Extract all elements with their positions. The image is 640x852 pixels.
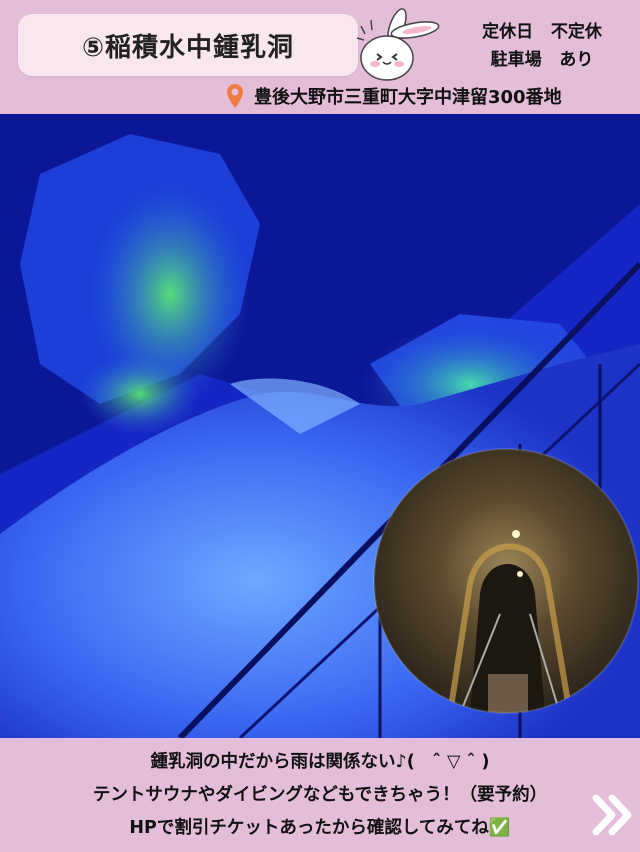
caption-line-3: HPで割引チケットあったから確認してみてね✅ <box>129 818 511 838</box>
cave-illustration <box>0 114 640 738</box>
parking-row: 駐車場 あり <box>452 46 632 74</box>
rabbit-mascot-icon <box>356 8 440 81</box>
location-pin-icon <box>227 84 243 108</box>
caption: 鍾乳洞の中だから雨は関係ない♪( ˆ ▽ ˆ ) テントサウナやダイビングなども… <box>0 746 640 845</box>
parking-value: あり <box>559 50 594 70</box>
cave-photo <box>0 114 640 738</box>
footer: 鍾乳洞の中だから雨は関係ない♪( ˆ ▽ ˆ ) テントサウナやダイビングなども… <box>0 738 640 852</box>
header: ⑤稲積水中鍾乳洞 定休日 不定休 駐車場 あり 豊後大野市三重町大字中津留300… <box>0 0 640 114</box>
double-chevron-right-icon[interactable] <box>590 792 636 838</box>
page-title: ⑤稲積水中鍾乳洞 <box>81 32 294 63</box>
caption-line-1: 鍾乳洞の中だから雨は関係ない♪( ˆ ▽ ˆ ) <box>150 752 490 772</box>
parking-label: 駐車場 <box>490 50 542 70</box>
closed-days-value: 不定休 <box>550 22 602 42</box>
closed-days-row: 定休日 不定休 <box>452 18 632 46</box>
closed-days-label: 定休日 <box>482 22 534 42</box>
caption-line-2: テントサウナやダイビングなどもできちゃう！（要予約） <box>92 785 548 805</box>
title-pill: ⑤稲積水中鍾乳洞 <box>18 14 358 76</box>
address-row: 豊後大野市三重町大字中津留300番地 <box>226 82 562 110</box>
address-text: 豊後大野市三重町大字中津留300番地 <box>254 87 562 108</box>
info-box: 定休日 不定休 駐車場 あり <box>452 18 632 74</box>
